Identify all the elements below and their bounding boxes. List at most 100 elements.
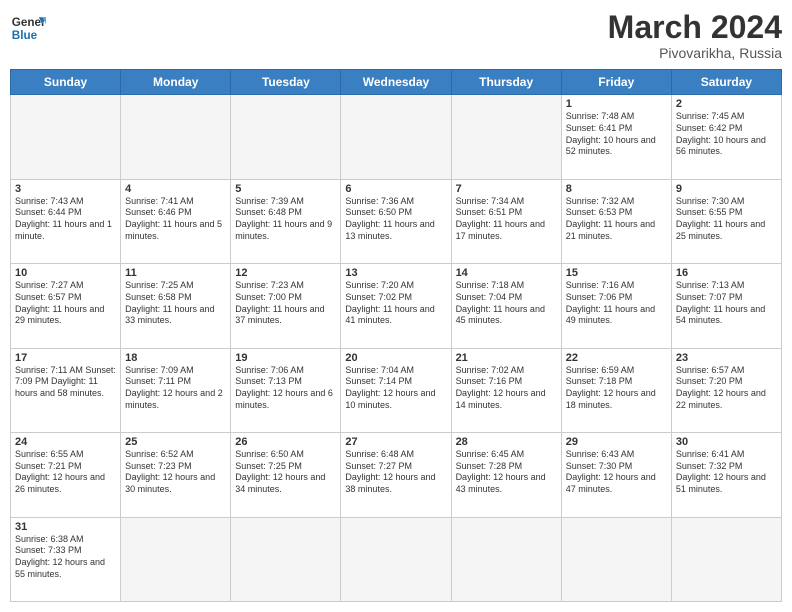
calendar-day-cell: 11Sunrise: 7:25 AM Sunset: 6:58 PM Dayli…: [121, 264, 231, 348]
day-info: Sunrise: 7:13 AM Sunset: 7:07 PM Dayligh…: [676, 280, 777, 327]
day-number: 13: [345, 267, 446, 279]
day-info: Sunrise: 6:55 AM Sunset: 7:21 PM Dayligh…: [15, 449, 116, 496]
svg-text:Blue: Blue: [12, 29, 38, 42]
calendar-day-cell: 16Sunrise: 7:13 AM Sunset: 7:07 PM Dayli…: [671, 264, 781, 348]
calendar-day-cell: 25Sunrise: 6:52 AM Sunset: 7:23 PM Dayli…: [121, 433, 231, 517]
day-number: 5: [235, 183, 336, 195]
day-info: Sunrise: 7:02 AM Sunset: 7:16 PM Dayligh…: [456, 365, 557, 412]
day-number: 2: [676, 98, 777, 110]
calendar-day-cell: 5Sunrise: 7:39 AM Sunset: 6:48 PM Daylig…: [231, 179, 341, 263]
day-number: 23: [676, 352, 777, 364]
calendar-day-cell: 28Sunrise: 6:45 AM Sunset: 7:28 PM Dayli…: [451, 433, 561, 517]
day-number: 7: [456, 183, 557, 195]
calendar-day-cell: [121, 95, 231, 179]
calendar-day-header: Friday: [561, 70, 671, 95]
calendar-day-cell: 6Sunrise: 7:36 AM Sunset: 6:50 PM Daylig…: [341, 179, 451, 263]
title-block: March 2024 Pivovarikha, Russia: [608, 10, 782, 61]
day-info: Sunrise: 7:09 AM Sunset: 7:11 PM Dayligh…: [125, 365, 226, 412]
calendar-day-cell: [451, 95, 561, 179]
logo-icon: General Blue: [10, 10, 46, 46]
calendar-day-header: Wednesday: [341, 70, 451, 95]
calendar-day-header: Thursday: [451, 70, 561, 95]
day-info: Sunrise: 6:50 AM Sunset: 7:25 PM Dayligh…: [235, 449, 336, 496]
day-info: Sunrise: 6:57 AM Sunset: 7:20 PM Dayligh…: [676, 365, 777, 412]
calendar-day-header: Saturday: [671, 70, 781, 95]
calendar-day-cell: 26Sunrise: 6:50 AM Sunset: 7:25 PM Dayli…: [231, 433, 341, 517]
day-number: 6: [345, 183, 446, 195]
day-number: 26: [235, 436, 336, 448]
main-title: March 2024: [608, 10, 782, 45]
day-number: 11: [125, 267, 226, 279]
calendar-day-cell: 31Sunrise: 6:38 AM Sunset: 7:33 PM Dayli…: [11, 517, 121, 601]
day-info: Sunrise: 7:11 AM Sunset: 7:09 PM Dayligh…: [15, 365, 116, 400]
calendar-day-cell: 22Sunrise: 6:59 AM Sunset: 7:18 PM Dayli…: [561, 348, 671, 432]
calendar-day-cell: 17Sunrise: 7:11 AM Sunset: 7:09 PM Dayli…: [11, 348, 121, 432]
day-info: Sunrise: 7:41 AM Sunset: 6:46 PM Dayligh…: [125, 196, 226, 243]
calendar-day-cell: [231, 517, 341, 601]
calendar-week-row: 10Sunrise: 7:27 AM Sunset: 6:57 PM Dayli…: [11, 264, 782, 348]
day-number: 15: [566, 267, 667, 279]
calendar-day-header: Monday: [121, 70, 231, 95]
day-info: Sunrise: 7:25 AM Sunset: 6:58 PM Dayligh…: [125, 280, 226, 327]
calendar-day-cell: 2Sunrise: 7:45 AM Sunset: 6:42 PM Daylig…: [671, 95, 781, 179]
calendar-day-cell: [341, 517, 451, 601]
calendar-week-row: 24Sunrise: 6:55 AM Sunset: 7:21 PM Dayli…: [11, 433, 782, 517]
day-info: Sunrise: 7:48 AM Sunset: 6:41 PM Dayligh…: [566, 111, 667, 158]
day-info: Sunrise: 7:27 AM Sunset: 6:57 PM Dayligh…: [15, 280, 116, 327]
day-number: 17: [15, 352, 116, 364]
calendar-day-cell: 4Sunrise: 7:41 AM Sunset: 6:46 PM Daylig…: [121, 179, 231, 263]
day-info: Sunrise: 7:04 AM Sunset: 7:14 PM Dayligh…: [345, 365, 446, 412]
subtitle: Pivovarikha, Russia: [608, 45, 782, 61]
day-number: 30: [676, 436, 777, 448]
calendar-day-cell: [671, 517, 781, 601]
calendar-day-cell: 29Sunrise: 6:43 AM Sunset: 7:30 PM Dayli…: [561, 433, 671, 517]
calendar-day-header: Tuesday: [231, 70, 341, 95]
calendar-day-cell: 19Sunrise: 7:06 AM Sunset: 7:13 PM Dayli…: [231, 348, 341, 432]
page: General Blue March 2024 Pivovarikha, Rus…: [0, 0, 792, 612]
day-info: Sunrise: 6:52 AM Sunset: 7:23 PM Dayligh…: [125, 449, 226, 496]
calendar-day-cell: [561, 517, 671, 601]
calendar-day-cell: [231, 95, 341, 179]
day-number: 8: [566, 183, 667, 195]
calendar-day-cell: 13Sunrise: 7:20 AM Sunset: 7:02 PM Dayli…: [341, 264, 451, 348]
calendar-day-cell: 21Sunrise: 7:02 AM Sunset: 7:16 PM Dayli…: [451, 348, 561, 432]
day-info: Sunrise: 7:30 AM Sunset: 6:55 PM Dayligh…: [676, 196, 777, 243]
calendar-day-cell: [121, 517, 231, 601]
calendar-day-cell: 14Sunrise: 7:18 AM Sunset: 7:04 PM Dayli…: [451, 264, 561, 348]
day-info: Sunrise: 6:45 AM Sunset: 7:28 PM Dayligh…: [456, 449, 557, 496]
day-number: 27: [345, 436, 446, 448]
day-info: Sunrise: 7:36 AM Sunset: 6:50 PM Dayligh…: [345, 196, 446, 243]
day-info: Sunrise: 6:48 AM Sunset: 7:27 PM Dayligh…: [345, 449, 446, 496]
calendar-day-cell: 3Sunrise: 7:43 AM Sunset: 6:44 PM Daylig…: [11, 179, 121, 263]
calendar-day-cell: 23Sunrise: 6:57 AM Sunset: 7:20 PM Dayli…: [671, 348, 781, 432]
day-info: Sunrise: 6:41 AM Sunset: 7:32 PM Dayligh…: [676, 449, 777, 496]
calendar-week-row: 1Sunrise: 7:48 AM Sunset: 6:41 PM Daylig…: [11, 95, 782, 179]
calendar-day-cell: 18Sunrise: 7:09 AM Sunset: 7:11 PM Dayli…: [121, 348, 231, 432]
calendar-day-cell: 20Sunrise: 7:04 AM Sunset: 7:14 PM Dayli…: [341, 348, 451, 432]
day-info: Sunrise: 6:43 AM Sunset: 7:30 PM Dayligh…: [566, 449, 667, 496]
day-info: Sunrise: 6:38 AM Sunset: 7:33 PM Dayligh…: [15, 534, 116, 581]
day-info: Sunrise: 7:18 AM Sunset: 7:04 PM Dayligh…: [456, 280, 557, 327]
calendar-header-row: SundayMondayTuesdayWednesdayThursdayFrid…: [11, 70, 782, 95]
calendar-week-row: 3Sunrise: 7:43 AM Sunset: 6:44 PM Daylig…: [11, 179, 782, 263]
day-info: Sunrise: 7:43 AM Sunset: 6:44 PM Dayligh…: [15, 196, 116, 243]
day-info: Sunrise: 7:06 AM Sunset: 7:13 PM Dayligh…: [235, 365, 336, 412]
calendar-day-cell: [451, 517, 561, 601]
header: General Blue March 2024 Pivovarikha, Rus…: [10, 10, 782, 61]
day-number: 18: [125, 352, 226, 364]
day-number: 25: [125, 436, 226, 448]
calendar-day-cell: 15Sunrise: 7:16 AM Sunset: 7:06 PM Dayli…: [561, 264, 671, 348]
day-number: 31: [15, 521, 116, 533]
day-number: 3: [15, 183, 116, 195]
day-number: 24: [15, 436, 116, 448]
calendar-week-row: 17Sunrise: 7:11 AM Sunset: 7:09 PM Dayli…: [11, 348, 782, 432]
day-info: Sunrise: 7:34 AM Sunset: 6:51 PM Dayligh…: [456, 196, 557, 243]
day-number: 28: [456, 436, 557, 448]
day-number: 19: [235, 352, 336, 364]
calendar-day-cell: 12Sunrise: 7:23 AM Sunset: 7:00 PM Dayli…: [231, 264, 341, 348]
calendar-day-cell: [341, 95, 451, 179]
calendar-day-cell: 1Sunrise: 7:48 AM Sunset: 6:41 PM Daylig…: [561, 95, 671, 179]
calendar-day-header: Sunday: [11, 70, 121, 95]
day-number: 4: [125, 183, 226, 195]
day-info: Sunrise: 7:23 AM Sunset: 7:00 PM Dayligh…: [235, 280, 336, 327]
